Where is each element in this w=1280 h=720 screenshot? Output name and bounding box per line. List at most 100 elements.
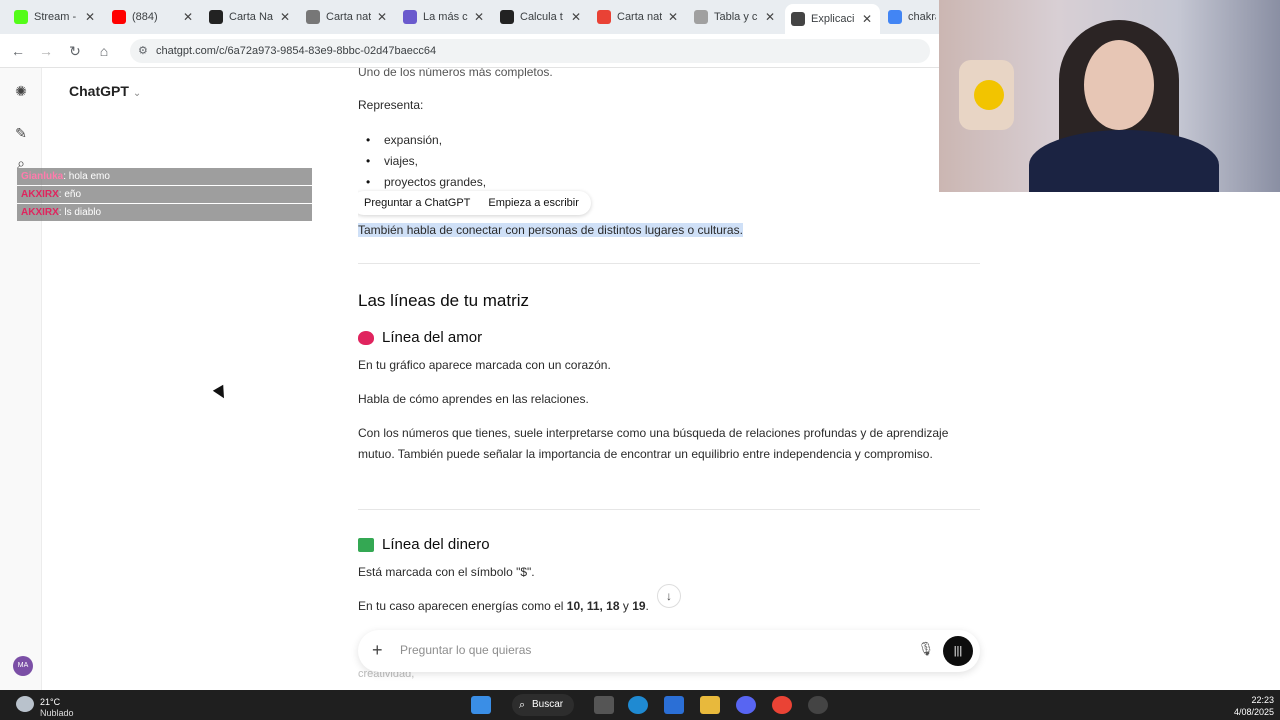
browser-tab[interactable]: Carta nat ✕	[300, 4, 395, 30]
windows-taskbar: 21°C Nublado Buscar 22:23 4/08/2025	[0, 690, 1280, 720]
heart-icon	[358, 330, 374, 345]
browser-tab[interactable]: Stream - ✕	[8, 4, 103, 30]
browser-tab[interactable]: chakras	[882, 4, 942, 30]
globe-icon	[306, 10, 320, 24]
divider	[358, 263, 980, 264]
selection-popup: Preguntar a ChatGPT Empieza a escribir	[358, 191, 591, 215]
chat-text: : hola emo	[63, 171, 110, 182]
close-tab-icon[interactable]: ✕	[666, 10, 680, 24]
site-info-icon[interactable]: ⚙	[138, 39, 148, 63]
mouse-cursor	[212, 384, 230, 402]
list-item: viajes,	[366, 154, 418, 168]
browser-tab[interactable]: Tabla y c ✕	[688, 4, 783, 30]
openai-icon	[791, 12, 805, 26]
avatar[interactable]: MA	[13, 656, 33, 676]
divider	[358, 509, 980, 510]
browser-tab[interactable]: Carta nat ✕	[591, 4, 686, 30]
tab-title: La más co	[423, 11, 468, 23]
ask-chatgpt-button[interactable]: Preguntar a ChatGPT	[358, 197, 476, 209]
weather-condition: Nublado	[40, 708, 74, 718]
money-number-last: 19	[632, 599, 646, 613]
money-line-heading: Línea del dinero	[358, 536, 490, 553]
home-icon[interactable]: ⌂	[95, 42, 113, 60]
site-icon	[209, 10, 223, 24]
stream-chat-overlay: Gianluka: hola emo AKXIRX: eño AKXIRX: l…	[17, 168, 312, 222]
start-writing-button[interactable]: Empieza a escribir	[482, 197, 584, 209]
back-icon[interactable]: ←	[9, 42, 27, 60]
close-tab-icon[interactable]: ✕	[83, 10, 97, 24]
webcam-overlay	[939, 0, 1280, 192]
chat-username: Gianluka	[21, 171, 64, 182]
browser-tab[interactable]: (884) ✕	[106, 4, 201, 30]
chrome-icon[interactable]	[772, 696, 792, 714]
taskbar-search[interactable]: Buscar	[512, 694, 574, 716]
money-text: .	[645, 599, 649, 613]
section-heading: Las líneas de tu matriz	[358, 291, 530, 310]
browser-tab[interactable]: La más co ✕	[397, 4, 492, 30]
represents-label: Representa:	[358, 98, 424, 112]
browser-tab[interactable]: Explicaci ✕	[785, 4, 880, 34]
close-tab-icon[interactable]: ✕	[181, 10, 195, 24]
selection-highlight: También habla de conectar con personas d…	[358, 223, 743, 237]
puzzle-icon	[403, 10, 417, 24]
close-tab-icon[interactable]: ✕	[472, 10, 486, 24]
message-input[interactable]: Preguntar lo que quieras	[400, 643, 531, 657]
forward-icon[interactable]: →	[37, 42, 55, 60]
taskbar-search-label: Buscar	[532, 699, 564, 710]
tab-title: chakras	[908, 11, 936, 23]
file-explorer-icon[interactable]	[700, 696, 720, 714]
love-paragraph-1: En tu gráfico aparece marcada con un cor…	[358, 358, 611, 372]
browser-tab[interactable]: Carta Na ✕	[203, 4, 298, 30]
windows-start-icon[interactable]	[471, 696, 491, 714]
cloud-icon	[16, 696, 34, 712]
tab-title: Calcula t	[520, 11, 563, 23]
money-text: En tu caso aparecen energías como el	[358, 599, 567, 613]
discord-icon[interactable]	[736, 696, 756, 714]
system-clock[interactable]: 22:23 4/08/2025	[1234, 694, 1274, 718]
money-paragraph-1: Está marcada con el símbolo "$".	[358, 565, 535, 579]
temperature: 21°C	[40, 697, 61, 707]
address-bar[interactable]: ⚙ chatgpt.com/c/6a72a973-9854-83e9-8bbc-…	[130, 39, 930, 63]
microphone-icon[interactable]: 🎙	[917, 641, 934, 657]
clock-date: 4/08/2025	[1233, 707, 1274, 717]
scroll-down-button[interactable]: ↓	[657, 584, 681, 608]
store-icon[interactable]	[664, 696, 684, 714]
kick-icon	[14, 10, 28, 24]
tab-title: Carta nat	[617, 11, 662, 23]
obs-icon[interactable]	[808, 696, 828, 714]
task-view-icon[interactable]	[594, 696, 614, 714]
youtube-icon	[112, 10, 126, 24]
tab-title: Tabla y c	[714, 11, 758, 23]
voice-mode-button[interactable]: |||	[943, 636, 973, 666]
list-item: proyectos grandes,	[366, 175, 486, 189]
close-tab-icon[interactable]: ✕	[860, 12, 874, 26]
streamer-face	[1084, 40, 1154, 130]
love-paragraph-3: Con los números que tienes, suele interp…	[358, 426, 949, 461]
new-chat-icon[interactable]: ✎	[12, 124, 30, 142]
close-tab-icon[interactable]: ✕	[278, 10, 292, 24]
brand-title: ChatGPT	[69, 83, 129, 99]
money-numbers: 10, 11, 18	[566, 599, 620, 613]
plus-icon[interactable]: +	[372, 640, 383, 660]
love-line-title: Línea del amor	[382, 329, 483, 346]
edge-icon[interactable]	[628, 696, 648, 714]
streamer-shirt	[1029, 130, 1219, 192]
chevron-down-icon: ⌄	[132, 88, 142, 99]
chat-message: AKXIRX: eño	[17, 186, 312, 203]
chat-username: AKXIRX	[21, 189, 59, 200]
chat-message: AKXIRX: ls diablo	[17, 204, 312, 221]
google-icon	[888, 10, 902, 24]
openai-logo-icon[interactable]: ✺	[12, 82, 30, 100]
chat-text: : ls diablo	[58, 207, 102, 218]
money-line-title: Línea del dinero	[382, 536, 490, 553]
composer[interactable]: + Preguntar lo que quieras 🎙 |||	[358, 630, 980, 672]
tab-title: Stream -	[34, 11, 77, 23]
reload-icon[interactable]: ↻	[66, 42, 84, 60]
highlighted-text: También habla de conectar con personas d…	[358, 220, 743, 241]
close-tab-icon[interactable]: ✕	[569, 10, 583, 24]
model-selector[interactable]: ChatGPT ⌄	[69, 83, 141, 99]
close-tab-icon[interactable]: ✕	[375, 10, 389, 24]
browser-tab[interactable]: Calcula t ✕	[494, 4, 589, 30]
chat-text: : eño	[58, 189, 82, 200]
close-tab-icon[interactable]: ✕	[763, 10, 777, 24]
